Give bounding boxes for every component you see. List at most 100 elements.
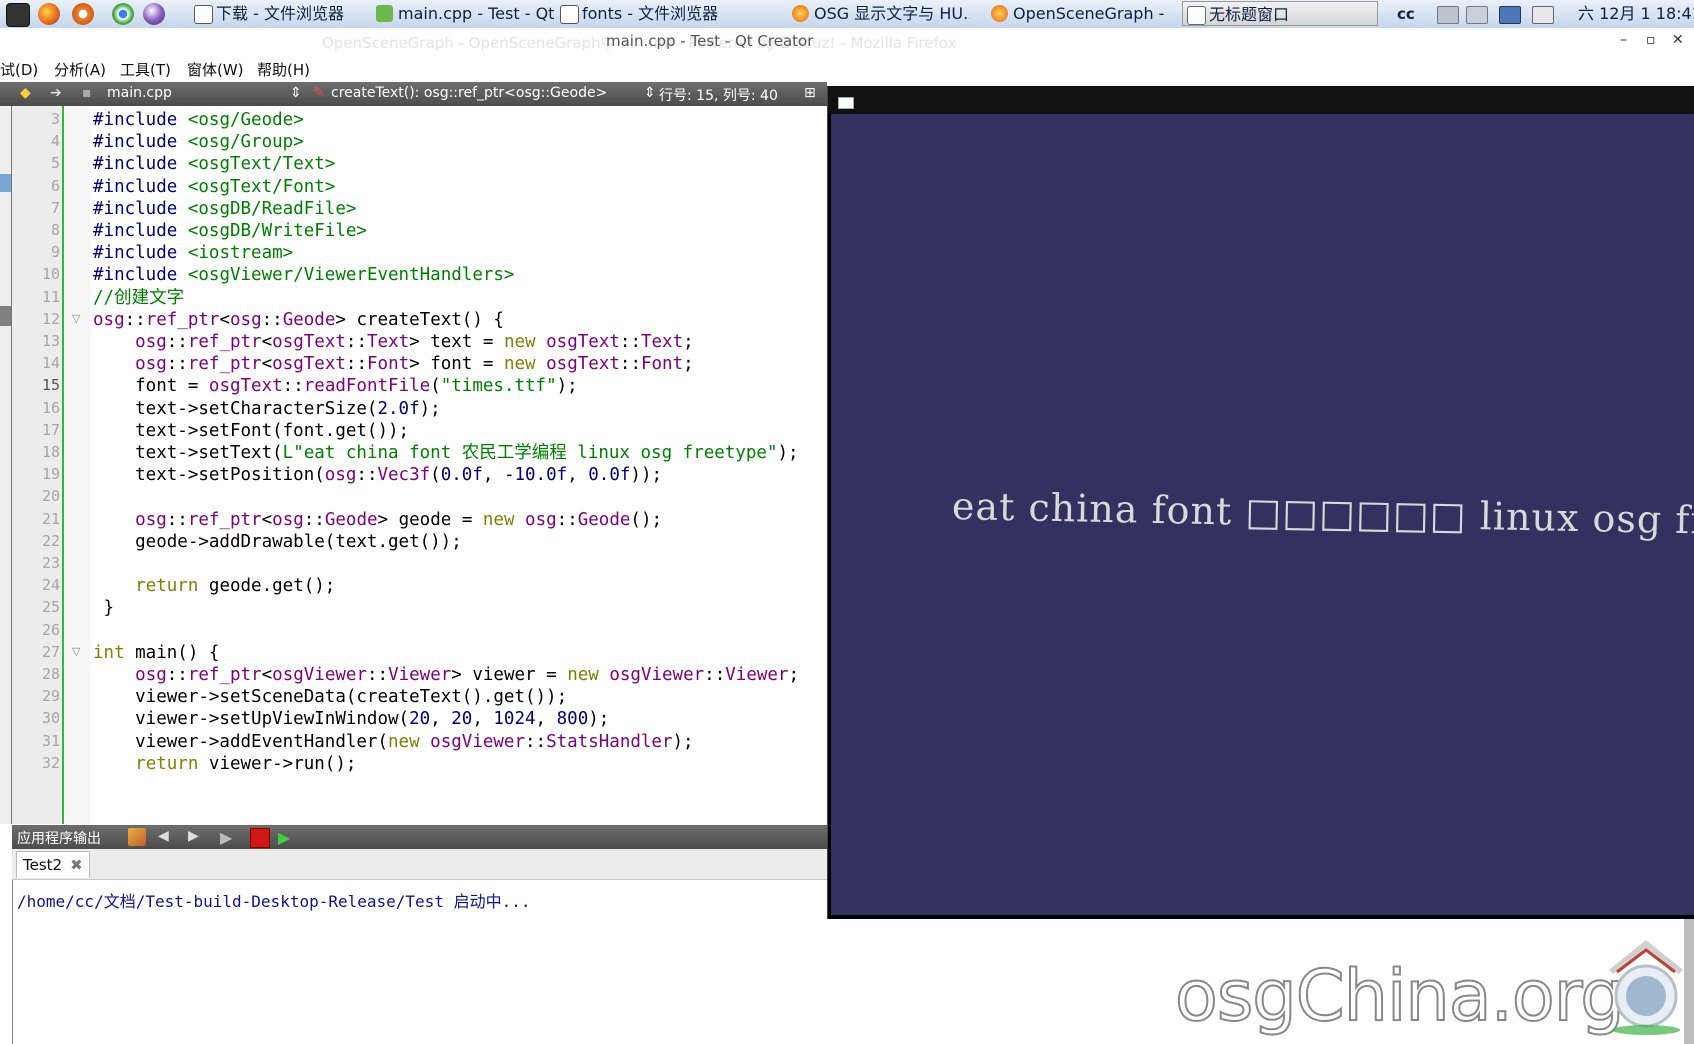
firefox-icon (991, 5, 1008, 22)
line-number: 32 (41, 753, 60, 772)
task-firefox-osg[interactable]: OSG 显示文字与 HU... (788, 1, 970, 26)
clock[interactable]: 六 12月 1 18:41 (1578, 2, 1694, 26)
code-line[interactable]: osg::ref_ptr<osg::Geode> createText() { (93, 308, 504, 332)
task-file-browser-downloads[interactable]: 下载 - 文件浏览器 (190, 1, 378, 26)
previous-item-icon[interactable]: ◀ (158, 828, 176, 846)
menu-debug[interactable]: 试(D) (0, 59, 38, 80)
cursor-position[interactable]: 行号: 15, 列号: 40 (659, 85, 778, 105)
code-line[interactable]: geode->addDrawable(text.get()); (93, 530, 462, 554)
tab-test2[interactable]: Test2 ✖ (16, 851, 90, 878)
task-untitled-window[interactable]: 无标题窗口 (1182, 1, 1378, 26)
qt-creator-icon (376, 5, 393, 22)
menu-tools[interactable]: 工具(T) (120, 59, 171, 80)
taskbar: 下载 - 文件浏览器 main.cpp - Test - Qt ... font… (0, 0, 1694, 29)
code-line[interactable]: return geode.get(); (93, 574, 335, 598)
code-line[interactable]: osg::ref_ptr<osg::Geode> geode = new osg… (93, 508, 662, 532)
line-number: 23 (41, 554, 60, 572)
stop-icon[interactable] (250, 828, 270, 848)
output-pane-toolbar: 应用程序输出 ◀ ▶ ▶ ▶ (12, 825, 827, 849)
output-area[interactable]: /home/cc/文档/Test-build-Desktop-Release/T… (12, 880, 828, 1044)
code-line[interactable]: #include <osg/Group> (93, 130, 304, 154)
code-line[interactable]: } (93, 596, 115, 620)
menu-help[interactable]: 帮助(H) (257, 59, 310, 80)
file-selector-chevron-icon[interactable]: ⇕ (290, 85, 302, 101)
maximize-button[interactable]: ▫ (1646, 32, 1656, 48)
osg-viewer-window[interactable]: eat china font □□□□□□ linux osg freetyp (827, 86, 1694, 919)
code-line[interactable]: osg::ref_ptr<osgViewer::Viewer> viewer =… (93, 663, 799, 687)
back-arrow-icon[interactable]: ◆ (20, 85, 31, 101)
code-line[interactable]: text->setText(L"eat china font 农民工学编程 li… (93, 441, 798, 465)
code-line[interactable]: #include <osgText/Font> (93, 175, 335, 199)
line-number: 31 (41, 731, 60, 750)
task-qt-creator[interactable]: main.cpp - Test - Qt ... (372, 1, 554, 26)
terminal-icon[interactable] (6, 3, 30, 27)
line-number: 27 (41, 642, 60, 661)
clear-output-icon[interactable] (128, 828, 146, 846)
task-file-browser-fonts[interactable]: fonts - 文件浏览器 (556, 1, 736, 26)
close-tab-icon[interactable]: ✖ (70, 856, 83, 874)
code-line[interactable]: viewer->addEventHandler(new osgViewer::S… (93, 730, 693, 754)
code-line[interactable]: #include <osg/Geode> (93, 108, 304, 132)
code-line[interactable]: text->setCharacterSize(2.0f); (93, 397, 441, 421)
menu-window[interactable]: 窗体(W) (187, 59, 244, 80)
code-line[interactable]: #include <osgText/Text> (93, 152, 335, 176)
settings-icon[interactable] (72, 3, 94, 25)
close-button[interactable]: ✕ (1672, 32, 1684, 48)
run-icon[interactable]: ▶ (220, 828, 238, 847)
code-line[interactable]: text->setFont(font.get()); (93, 419, 409, 443)
window-titlebar[interactable]: OpenSceneGraph - OpenSceneGraph中 ... ...… (0, 28, 1694, 56)
code-line[interactable]: #include <osgViewer/ViewerEventHandlers> (93, 263, 514, 287)
code-line[interactable]: return viewer->run(); (93, 752, 356, 776)
code-line[interactable]: viewer->setSceneData(createText().get())… (93, 685, 567, 709)
firefox-icon (792, 5, 809, 22)
fold-toggle-icon[interactable]: ▽ (72, 312, 80, 325)
line-number: 25 (41, 598, 60, 617)
code-line[interactable]: int main() { (93, 641, 219, 665)
minimize-button[interactable]: – (1620, 32, 1627, 48)
network-icon[interactable] (1437, 6, 1459, 24)
function-selector-chevron-icon[interactable]: ⇕ (644, 85, 656, 101)
function-selector[interactable]: createText(): osg::ref_ptr<osg::Geode> (331, 85, 607, 101)
code-line[interactable]: viewer->setUpViewInWindow(20, 20, 1024, … (93, 707, 609, 731)
forward-arrow-icon[interactable]: ➔ (50, 85, 62, 101)
code-line[interactable]: font = osgText::readFontFile("times.ttf"… (93, 374, 578, 398)
function-icon: ✎ (313, 85, 325, 101)
lock-icon: ▪ (82, 85, 92, 101)
line-number: 5 (50, 154, 60, 173)
menu-analyze[interactable]: 分析(A) (54, 59, 106, 80)
fold-margin[interactable]: ▽ ▽ (62, 106, 90, 824)
clipboard-icon[interactable] (1532, 6, 1554, 24)
line-number: 30 (41, 709, 60, 728)
editor-toolbar: ◆ ➔ ▪ main.cpp ⇕ ✎ createText(): osg::re… (0, 82, 827, 106)
next-item-icon[interactable]: ▶ (188, 828, 206, 846)
fold-toggle-icon[interactable]: ▽ (72, 645, 80, 658)
tray-user[interactable]: cc (1397, 2, 1415, 26)
line-number: 24 (41, 576, 60, 595)
display-icon[interactable] (1499, 6, 1521, 24)
code-line[interactable]: //创建文字 (93, 286, 184, 310)
code-line[interactable]: osg::ref_ptr<osgText::Font> font = new o… (93, 352, 694, 376)
code-line[interactable]: #include <osgDB/ReadFile> (93, 197, 356, 221)
code-line[interactable]: #include <iostream> (93, 241, 293, 265)
code-line[interactable]: osg::ref_ptr<osgText::Text> text = new o… (93, 330, 694, 354)
globe-icon[interactable] (143, 3, 165, 25)
line-number: 29 (41, 687, 60, 706)
task-firefox-openscenegraph[interactable]: OpenSceneGraph - ... (987, 1, 1169, 26)
tab-test2-label: Test2 (23, 856, 63, 874)
chrome-icon[interactable] (112, 3, 134, 25)
firefox-icon[interactable] (38, 3, 60, 25)
watermark-text: osgChina.org (1174, 954, 1626, 1038)
line-number: 26 (41, 620, 60, 639)
volume-icon[interactable] (1466, 6, 1488, 24)
osg-window-titlebar[interactable] (828, 86, 1694, 114)
code-line[interactable]: text->setPosition(osg::Vec3f(0.0f, -10.0… (93, 463, 662, 487)
line-number: 20 (41, 487, 60, 506)
osg-render-canvas[interactable]: eat china font □□□□□□ linux osg freetyp (831, 114, 1694, 915)
folder-icon (560, 5, 579, 24)
code-editor[interactable]: #include <osg/Geode> #include <osg/Group>… (90, 106, 827, 824)
debug-run-icon[interactable]: ▶ (278, 828, 296, 847)
code-line[interactable]: #include <osgDB/WriteFile> (93, 219, 367, 243)
line-number: 13 (41, 332, 60, 350)
split-icon[interactable]: ⊞ (804, 85, 816, 101)
file-selector[interactable]: main.cpp (107, 85, 172, 101)
